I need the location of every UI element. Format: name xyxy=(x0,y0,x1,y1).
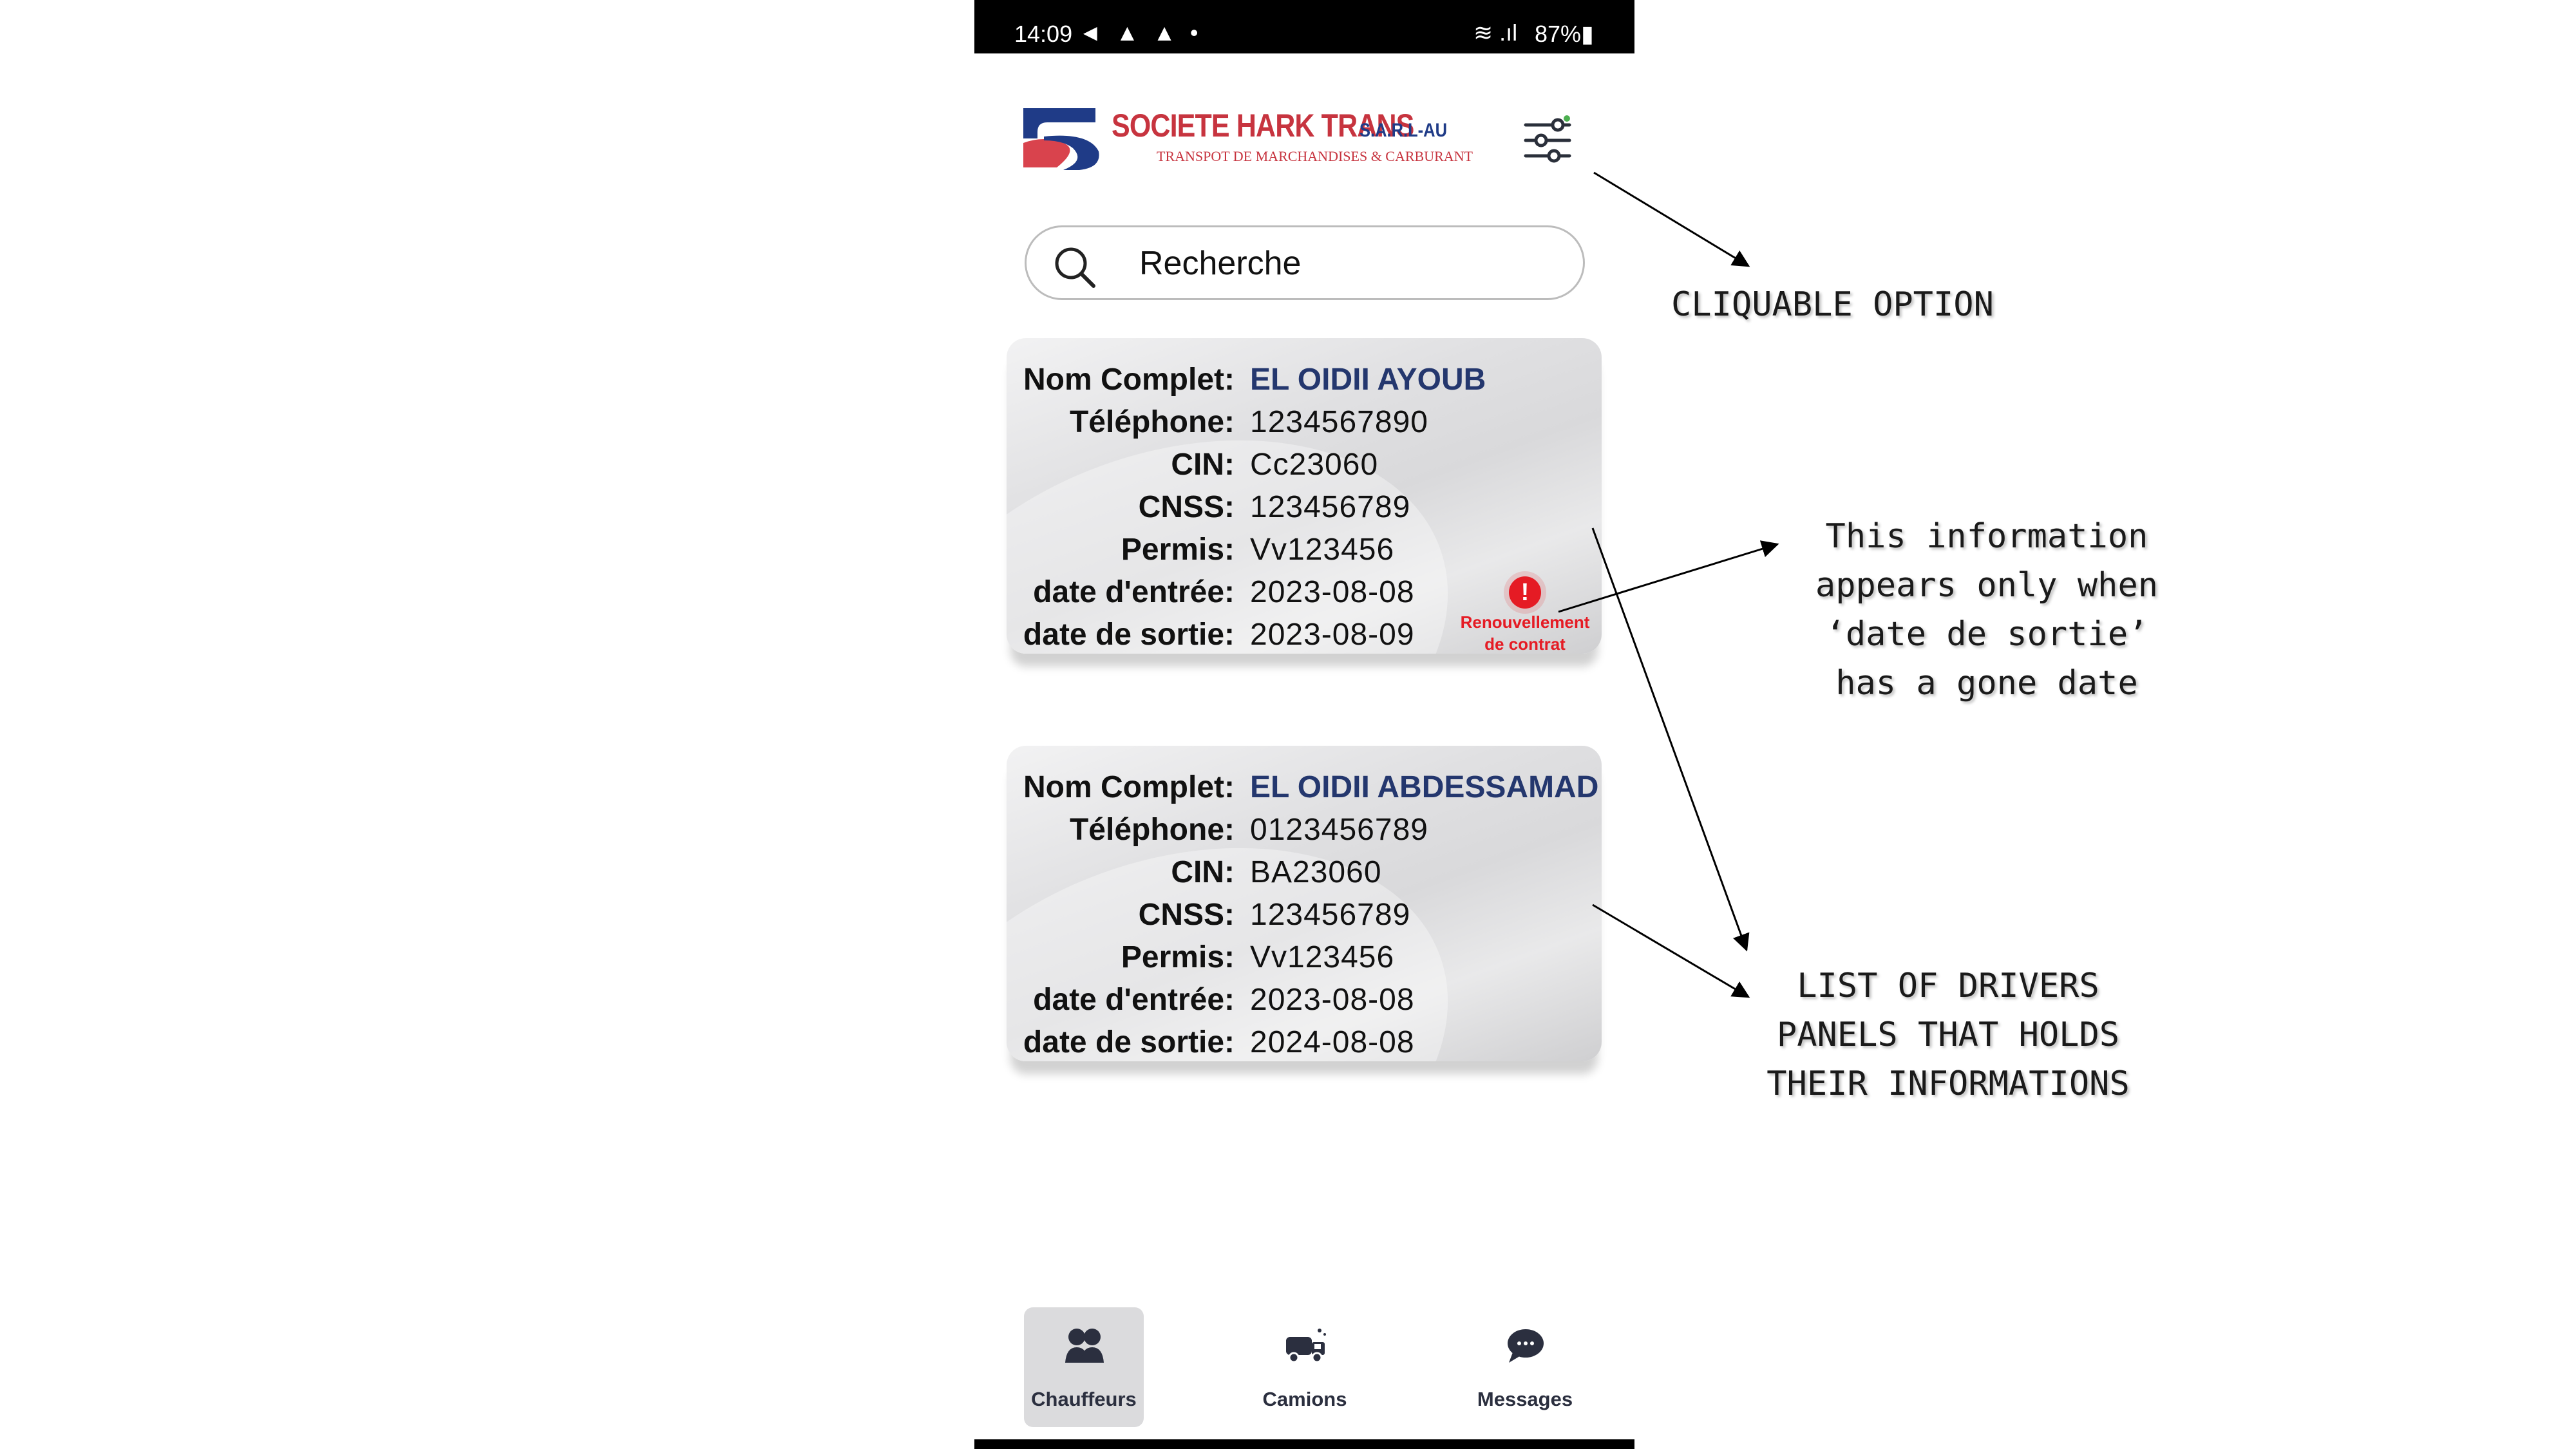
field-row: Nom Complet: EL OIDII AYOUB xyxy=(1007,362,1602,404)
field-row: CIN: BA23060 xyxy=(1007,855,1602,897)
phone-screen: 14:09 ◄ ▲ ▲ • ≋ .ıl 87%▮ SOCIETE HARK TR… xyxy=(974,0,1634,1449)
company-logo: SOCIETE HARK TRANS S.A.R.L-AU TRANSPOT D… xyxy=(1018,102,1473,173)
logo-suffix: S.A.R.L-AU xyxy=(1359,120,1447,141)
field-row: Permis: Vv123456 xyxy=(1007,532,1602,574)
field-label: CNSS: xyxy=(1138,490,1235,524)
field-row: date de sortie: 2024-08-08 xyxy=(1007,1025,1602,1061)
nav-tab-chauffeurs[interactable]: Chauffeurs xyxy=(1024,1307,1144,1427)
logo-mark-icon xyxy=(1023,108,1099,170)
cnss-value: 123456789 xyxy=(1250,898,1411,932)
battery-indicator: 87%▮ xyxy=(1535,21,1594,47)
search-icon xyxy=(1055,247,1095,288)
field-row: Nom Complet: EL OIDII ABDESSAMAD xyxy=(1007,770,1602,812)
logo-subtitle: TRANSPOT DE MARCHANDISES & CARBURANT xyxy=(1157,148,1473,164)
permis-value: Vv123456 xyxy=(1250,533,1395,567)
status-time: 14:09 xyxy=(1014,21,1073,47)
field-row: CNSS: 123456789 xyxy=(1007,897,1602,940)
renewal-label-line1: Renouvellement xyxy=(1460,612,1590,632)
cin-value: Cc23060 xyxy=(1250,448,1379,482)
nav-tab-messages[interactable]: Messages xyxy=(1465,1307,1585,1427)
driver-card[interactable]: Nom Complet: EL OIDII ABDESSAMAD Télépho… xyxy=(1007,746,1602,1061)
phone-value: 0123456789 xyxy=(1250,813,1428,847)
phone-value: 1234567890 xyxy=(1250,405,1428,439)
cnss-value: 123456789 xyxy=(1250,490,1411,524)
driver-name: EL OIDII AYOUB xyxy=(1250,363,1486,397)
nav-label: Messages xyxy=(1477,1388,1573,1410)
notification-icons: ◄ ▲ ▲ • xyxy=(1079,19,1202,46)
entry-date-value: 2023-08-08 xyxy=(1250,575,1415,609)
field-label: Nom Complet: xyxy=(1023,770,1235,804)
field-label: CIN: xyxy=(1171,855,1235,889)
field-row: date d'entrée: 2023-08-08 xyxy=(1007,982,1602,1025)
nav-label: Chauffeurs xyxy=(1031,1388,1137,1410)
field-row: Téléphone: 1234567890 xyxy=(1007,404,1602,447)
annotation-list-line: LIST OF DRIVERS xyxy=(1797,967,2099,1005)
field-row: CIN: Cc23060 xyxy=(1007,447,1602,489)
annotation-info-line: ‘date de sortie’ xyxy=(1825,615,2148,654)
field-row: CNSS: 123456789 xyxy=(1007,489,1602,532)
search-input[interactable] xyxy=(1138,242,1553,285)
annotation-option: CLIQUABLE OPTION xyxy=(1671,285,1994,324)
annotation-info-line: has a gone date xyxy=(1835,664,2138,703)
contract-renewal-alert[interactable]: ! Renouvellement de contrat xyxy=(1457,576,1593,654)
driver-name: EL OIDII ABDESSAMAD xyxy=(1250,770,1599,804)
exit-date-value: 2023-08-09 xyxy=(1250,618,1415,652)
sliders-icon[interactable] xyxy=(1522,115,1573,166)
field-label: date de sortie: xyxy=(1023,1025,1235,1059)
field-label: Téléphone: xyxy=(1069,813,1235,847)
field-row: Téléphone: 0123456789 xyxy=(1007,812,1602,855)
search-bar[interactable] xyxy=(1025,225,1585,300)
field-row: Permis: Vv123456 xyxy=(1007,940,1602,982)
field-label: CIN: xyxy=(1171,448,1235,482)
renewal-label-line2: de contrat xyxy=(1484,634,1566,654)
annotation-info: This information appears only when ‘date… xyxy=(1784,512,2190,708)
annotation-info-line: appears only when xyxy=(1815,566,2159,605)
field-label: Téléphone: xyxy=(1069,405,1235,439)
field-label: date de sortie: xyxy=(1023,618,1235,652)
annotation-list-line: THEIR INFORMATIONS xyxy=(1766,1065,2130,1103)
bottom-nav: Chauffeurs Camions Messages xyxy=(974,1301,1634,1430)
entry-date-value: 2023-08-08 xyxy=(1250,983,1415,1017)
annotation-info-line: This information xyxy=(1825,517,2148,556)
exit-date-value: 2024-08-08 xyxy=(1250,1025,1415,1059)
truck-icon xyxy=(1286,1329,1326,1363)
chat-icon xyxy=(1508,1329,1544,1363)
system-nav-bar xyxy=(974,1439,1634,1449)
alert-icon: ! xyxy=(1509,576,1541,609)
field-label: Permis: xyxy=(1121,533,1235,567)
nav-label: Camions xyxy=(1262,1388,1347,1410)
cin-value: BA23060 xyxy=(1250,855,1382,889)
drivers-icon xyxy=(1065,1329,1104,1363)
field-label: CNSS: xyxy=(1138,898,1235,932)
field-label: Permis: xyxy=(1121,940,1235,974)
field-label: date d'entrée: xyxy=(1033,575,1235,609)
field-label: date d'entrée: xyxy=(1033,983,1235,1017)
status-bar: 14:09 ◄ ▲ ▲ • ≋ .ıl 87%▮ xyxy=(974,0,1634,53)
permis-value: Vv123456 xyxy=(1250,940,1395,974)
annotation-list: LIST OF DRIVERS PANELS THAT HOLDS THEIR … xyxy=(1732,961,2164,1108)
driver-card[interactable]: Nom Complet: EL OIDII AYOUB Téléphone: 1… xyxy=(1007,338,1602,654)
annotation-list-line: PANELS THAT HOLDS xyxy=(1776,1016,2120,1054)
page: 14:09 ◄ ▲ ▲ • ≋ .ıl 87%▮ SOCIETE HARK TR… xyxy=(0,0,2576,1449)
nav-tab-camions[interactable]: Camions xyxy=(1245,1307,1365,1427)
field-label: Nom Complet: xyxy=(1023,363,1235,397)
signal-icons: ≋ .ıl xyxy=(1473,19,1518,46)
